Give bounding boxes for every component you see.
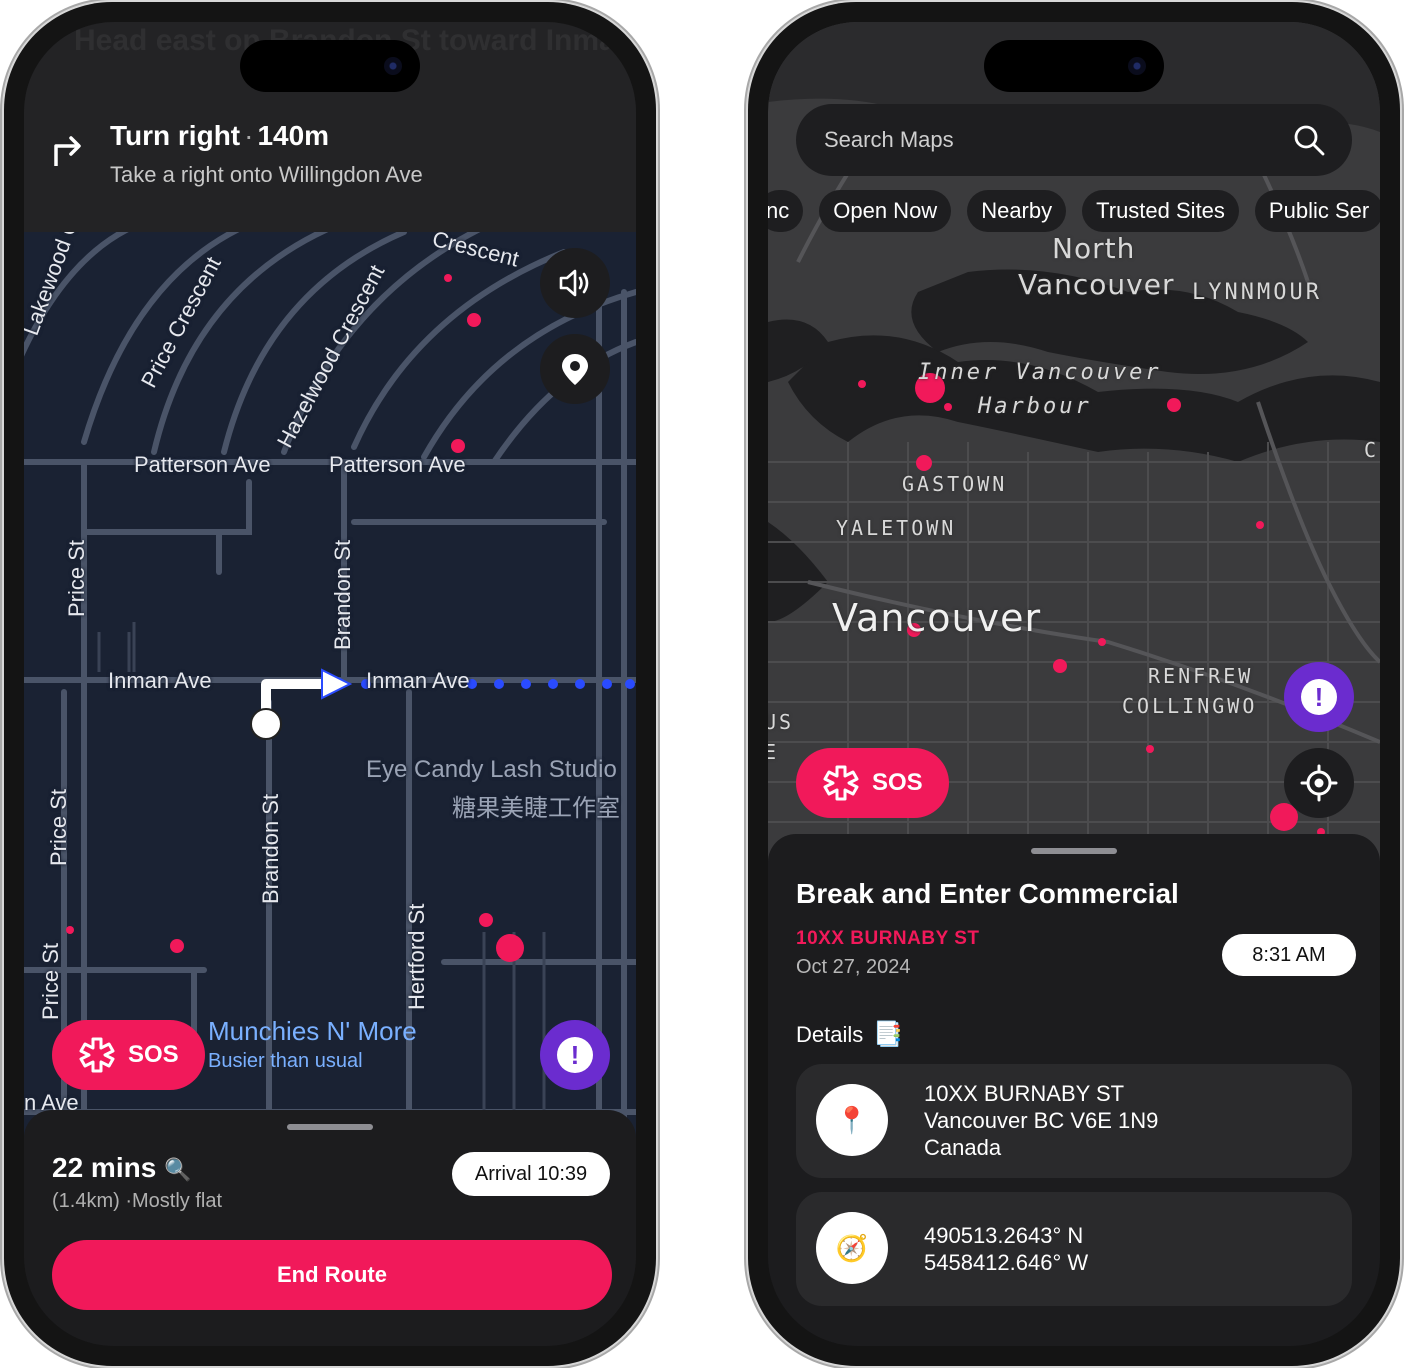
- map-label: RENFREW: [1148, 664, 1254, 688]
- details-heading: Details 📑: [796, 1020, 903, 1049]
- search-input[interactable]: Search Maps: [824, 127, 954, 153]
- locate-me-button[interactable]: [1284, 748, 1354, 818]
- sos-button[interactable]: SOS: [796, 748, 949, 818]
- document-icon: 📑: [873, 1021, 904, 1048]
- duration-text: 22 mins: [52, 1152, 157, 1183]
- turn-right-arrow-icon: [54, 136, 81, 166]
- turn-title: Turn right · 140m: [110, 120, 330, 151]
- report-alert-button[interactable]: !: [1284, 662, 1354, 732]
- camera-icon: [1128, 57, 1146, 75]
- pin-button[interactable]: [540, 334, 610, 404]
- dynamic-island: [240, 40, 420, 92]
- dynamic-island: [984, 40, 1164, 92]
- longitude: 5458412.646° W: [924, 1250, 1089, 1275]
- report-alert-button[interactable]: !: [540, 1020, 610, 1090]
- map-label: E: [768, 740, 780, 764]
- address-line-3: Canada: [924, 1135, 1002, 1160]
- crosshair-icon: [1300, 764, 1338, 802]
- compass-glyph: 🧭: [835, 1232, 869, 1263]
- coordinate-lines: 490513.2643° N 5458412.646° W: [924, 1222, 1088, 1276]
- map-label: US: [768, 710, 795, 734]
- chip-open-now[interactable]: Open Now: [819, 190, 952, 232]
- eta-duration: 22 mins 🔍: [52, 1152, 191, 1184]
- phone-map-detail: North Vancouver LYNNMOUR Inner Vancouver…: [748, 2, 1400, 1366]
- incident-time-badge: 8:31 AM: [1222, 934, 1356, 976]
- road-label: Hertford St: [404, 903, 429, 1010]
- navigation-screen: Head east on Brandon St toward Inman Tur…: [24, 22, 636, 1346]
- sos-label: SOS: [872, 769, 923, 796]
- pushpin-icon: 📍: [835, 1104, 869, 1135]
- volume-button[interactable]: [540, 248, 610, 318]
- business-label-cn: 糖果美睫工作室: [452, 795, 620, 822]
- search-icon[interactable]: [1292, 123, 1326, 157]
- map-label: C: [1364, 438, 1380, 462]
- camera-icon: [384, 57, 402, 75]
- road-label: Price St: [46, 788, 71, 866]
- road-label: Price St: [64, 539, 89, 617]
- incident-title: Break and Enter Commercial: [796, 878, 1179, 909]
- incident-date: Oct 27, 2024: [796, 956, 911, 978]
- turn-street: Take a right onto Willingdon Ave: [110, 162, 423, 187]
- road-label: Brandon St: [258, 793, 283, 904]
- route-details: (1.4km) ·Mostly flat: [52, 1190, 223, 1212]
- poi-name[interactable]: Munchies N' More: [208, 1016, 417, 1047]
- address-line-1: 10XX BURNABY ST: [924, 1081, 1125, 1106]
- address-line-2: Vancouver BC V6E 1N9: [924, 1108, 1159, 1133]
- chip-trusted-sites[interactable]: Trusted Sites: [1082, 190, 1239, 232]
- incident-address: 10XX BURNABY ST: [796, 928, 980, 949]
- location-pin-icon: 📍: [816, 1084, 888, 1156]
- chip-partial[interactable]: nc: [768, 190, 804, 232]
- exclamation-icon: !: [1301, 679, 1337, 715]
- address-lines: 10XX BURNABY ST Vancouver BC V6E 1N9 Can…: [924, 1080, 1158, 1161]
- route-summary-sheet: 22 mins 🔍 (1.4km) ·Mostly flat Arrival 1…: [24, 1110, 636, 1346]
- latitude: 490513.2643° N: [924, 1223, 1084, 1248]
- filter-chips: nc Open Now Nearby Trusted Sites Public …: [768, 190, 1380, 232]
- map-label: Harbour: [978, 394, 1092, 419]
- road-label: Price St: [38, 942, 63, 1020]
- asterisk-icon: [823, 765, 859, 801]
- map-detail-screen: North Vancouver LYNNMOUR Inner Vancouver…: [768, 22, 1380, 1346]
- coordinates-card[interactable]: 🧭 490513.2643° N 5458412.646° W: [796, 1192, 1352, 1306]
- map-label: YALETOWN: [836, 516, 957, 540]
- map-label: LYNNMOUR: [1192, 280, 1322, 305]
- map-label: GASTOWN: [902, 472, 1008, 496]
- sos-label: SOS: [128, 1041, 179, 1068]
- magnifier-icon: 🔍: [164, 1157, 192, 1182]
- road-label: Brandon St: [330, 539, 355, 650]
- road-label: Inman Ave: [108, 668, 212, 693]
- phone-navigation: Head east on Brandon St toward Inman Tur…: [4, 2, 656, 1366]
- map-label: Inner Vancouver: [918, 360, 1162, 385]
- map-label: North: [1052, 232, 1136, 265]
- details-label: Details: [796, 1021, 864, 1047]
- end-route-button[interactable]: End Route: [52, 1240, 612, 1310]
- chip-public-services[interactable]: Public Ser: [1254, 190, 1380, 232]
- address-card[interactable]: 📍 10XX BURNABY ST Vancouver BC V6E 1N9 C…: [796, 1064, 1352, 1178]
- search-bar[interactable]: Search Maps: [796, 104, 1352, 176]
- road-label: Inman Ave: [366, 668, 470, 693]
- poi-status: Busier than usual: [208, 1050, 363, 1072]
- exclamation-icon: !: [557, 1037, 593, 1073]
- compass-icon: 🧭: [816, 1212, 888, 1284]
- turn-action: Turn right: [110, 120, 241, 151]
- road-label: Patterson Ave: [329, 452, 466, 477]
- speaker-icon: [559, 269, 589, 297]
- road-label: Patterson Ave: [134, 452, 271, 477]
- sheet-grabber[interactable]: [1031, 848, 1117, 854]
- incident-detail-sheet: Break and Enter Commercial 10XX BURNABY …: [768, 834, 1380, 1346]
- sos-button[interactable]: SOS: [52, 1020, 205, 1090]
- sheet-grabber[interactable]: [287, 1124, 373, 1130]
- chip-nearby[interactable]: Nearby: [967, 190, 1067, 232]
- asterisk-icon: [79, 1037, 115, 1073]
- map-label: COLLINGWO: [1122, 694, 1258, 718]
- turn-distance: 140m: [257, 120, 330, 151]
- map-label: Vancouver: [832, 596, 1042, 640]
- arrival-badge: Arrival 10:39: [452, 1152, 610, 1196]
- map-label: Vancouver: [1018, 268, 1175, 301]
- location-pin-icon: [562, 354, 588, 385]
- business-label: Eye Candy Lash Studio: [366, 756, 617, 783]
